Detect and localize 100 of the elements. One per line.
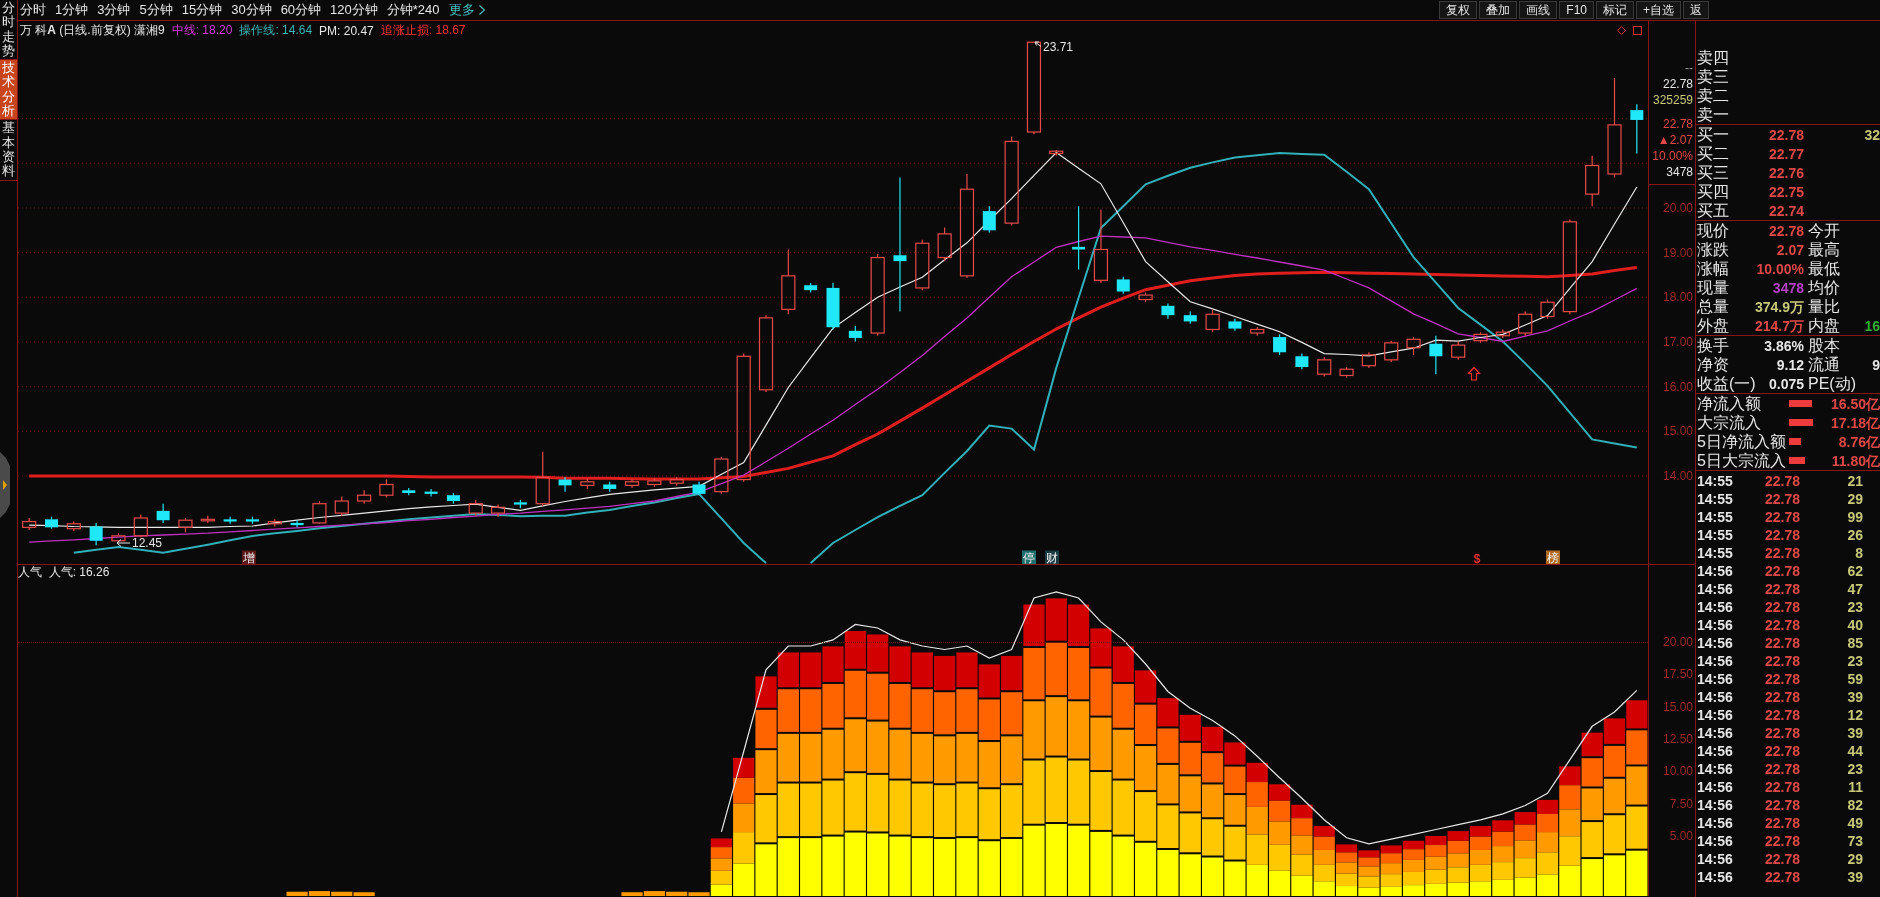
period-tab[interactable]: 120分钟 <box>330 1 378 19</box>
toolbar-button[interactable]: 画线 <box>1519 1 1558 19</box>
quote-label: 现价 <box>1697 221 1729 240</box>
bar <box>956 689 978 732</box>
side-tab[interactable]: 技术分析 <box>0 60 17 121</box>
trade-time: 14:55 <box>1697 527 1733 543</box>
flow-label: 净流入额 <box>1697 394 1761 413</box>
axis-label: 5.00 <box>1669 829 1693 843</box>
bar <box>956 652 978 688</box>
trade-volume: 85 <box>1847 635 1863 651</box>
trade-time: 14:55 <box>1697 491 1733 507</box>
trade-price: 22.78 <box>1764 617 1800 633</box>
bar <box>777 733 799 782</box>
candlestick <box>624 478 640 489</box>
trade-volume: 40 <box>1847 617 1863 633</box>
trade-time: 14:56 <box>1697 599 1733 615</box>
popularity-bar <box>1358 850 1380 896</box>
diamond-icon[interactable] <box>1617 26 1626 35</box>
trade-volume: 82 <box>1847 797 1863 813</box>
period-tab[interactable]: 60分钟 <box>280 1 322 19</box>
trade-time: 14:56 <box>1697 635 1733 651</box>
trade-price: 22.78 <box>1764 797 1800 813</box>
trade-volume: 23 <box>1847 653 1863 669</box>
stat-value: 3.86% <box>1764 337 1804 354</box>
quote-label: 均价 <box>1808 278 1840 297</box>
trade-price: 22.78 <box>1764 527 1800 543</box>
bid-price: 22.76 <box>1768 164 1804 181</box>
quote-figure: 22.78 <box>1662 76 1693 92</box>
bar <box>710 870 732 885</box>
trade-volume: 29 <box>1847 491 1863 507</box>
toolbar-button[interactable]: 返 <box>1683 1 1709 19</box>
trade-price: 22.78 <box>1764 743 1800 759</box>
toolbar-button[interactable]: F10 <box>1559 1 1594 19</box>
candlestick <box>357 489 372 505</box>
bar <box>1402 849 1425 860</box>
axis-label: 19.00 <box>1662 245 1693 260</box>
period-tab[interactable]: 1分钟 <box>55 1 89 19</box>
trade-time: 14:56 <box>1697 707 1733 723</box>
bar <box>1112 683 1134 728</box>
toolbar-button[interactable]: 标记 <box>1596 1 1634 19</box>
bar <box>1045 598 1067 641</box>
stat-label: 股本 <box>1808 336 1840 355</box>
panel-toggle-icon[interactable] <box>0 452 10 518</box>
bar <box>1090 717 1112 771</box>
bar <box>1559 785 1581 810</box>
trade-price: 22.78 <box>1764 725 1800 741</box>
bar <box>1425 869 1447 884</box>
bar <box>1447 840 1469 854</box>
bar <box>956 733 978 782</box>
trade-price: 22.78 <box>1764 473 1800 489</box>
bar <box>1135 746 1157 791</box>
trade-price: 22.78 <box>1764 491 1800 507</box>
up-arrow-icon <box>1467 366 1481 381</box>
bar <box>1581 822 1603 858</box>
toolbar-button[interactable]: 复权 <box>1439 1 1478 19</box>
quote-label: 最低 <box>1808 259 1840 278</box>
bar <box>1224 826 1246 860</box>
period-tab[interactable]: 分时 <box>20 1 46 19</box>
toolbar-button[interactable]: 叠加 <box>1479 1 1518 19</box>
indicator-value: PM: 20.47 <box>319 23 374 38</box>
candlestick <box>982 205 996 234</box>
bar <box>1023 648 1045 700</box>
bar <box>1224 795 1246 825</box>
bar <box>1179 776 1201 812</box>
more-link[interactable]: 更多 <box>448 1 485 19</box>
square-icon[interactable] <box>1633 26 1642 35</box>
trade-price: 22.78 <box>1764 653 1800 669</box>
period-tab[interactable]: 5分钟 <box>139 1 173 19</box>
side-tab[interactable]: 基本资料 <box>0 120 17 181</box>
bar <box>1380 863 1402 875</box>
period-tab[interactable]: 30分钟 <box>231 1 272 19</box>
bar <box>1335 844 1358 853</box>
quote-value: 2.07 <box>1776 241 1804 258</box>
stat-value: 0.075 <box>1768 375 1804 392</box>
quote-label: 今开 <box>1808 221 1840 240</box>
period-tab[interactable]: 分钟*240 <box>386 1 440 19</box>
ask-level-label: 卖二 <box>1697 86 1729 105</box>
bar <box>1045 642 1067 696</box>
bar <box>1201 784 1224 818</box>
flow-label: 大宗流入 <box>1697 413 1761 432</box>
axis-label: 15.00 <box>1662 424 1693 439</box>
bar <box>1536 799 1559 814</box>
bar <box>889 646 911 682</box>
bid-level-label: 买一 <box>1697 125 1729 144</box>
toolbar-button[interactable]: +自选 <box>1636 1 1681 19</box>
period-tab[interactable]: 15分钟 <box>181 1 223 19</box>
bar <box>822 729 844 779</box>
bar <box>1157 764 1179 804</box>
candlestick <box>959 173 975 279</box>
bar <box>1001 692 1023 735</box>
trade-volume: 59 <box>1847 671 1863 687</box>
period-tab[interactable]: 3分钟 <box>97 1 131 19</box>
trade-volume: 49 <box>1847 815 1863 831</box>
flow-bar <box>1789 457 1806 464</box>
axis-label: 17.50 <box>1662 667 1693 682</box>
bar <box>1469 826 1492 837</box>
bar <box>1157 728 1179 763</box>
trade-volume: 39 <box>1847 725 1863 741</box>
axis-label: 12.50 <box>1662 732 1693 746</box>
bar <box>1603 745 1626 777</box>
